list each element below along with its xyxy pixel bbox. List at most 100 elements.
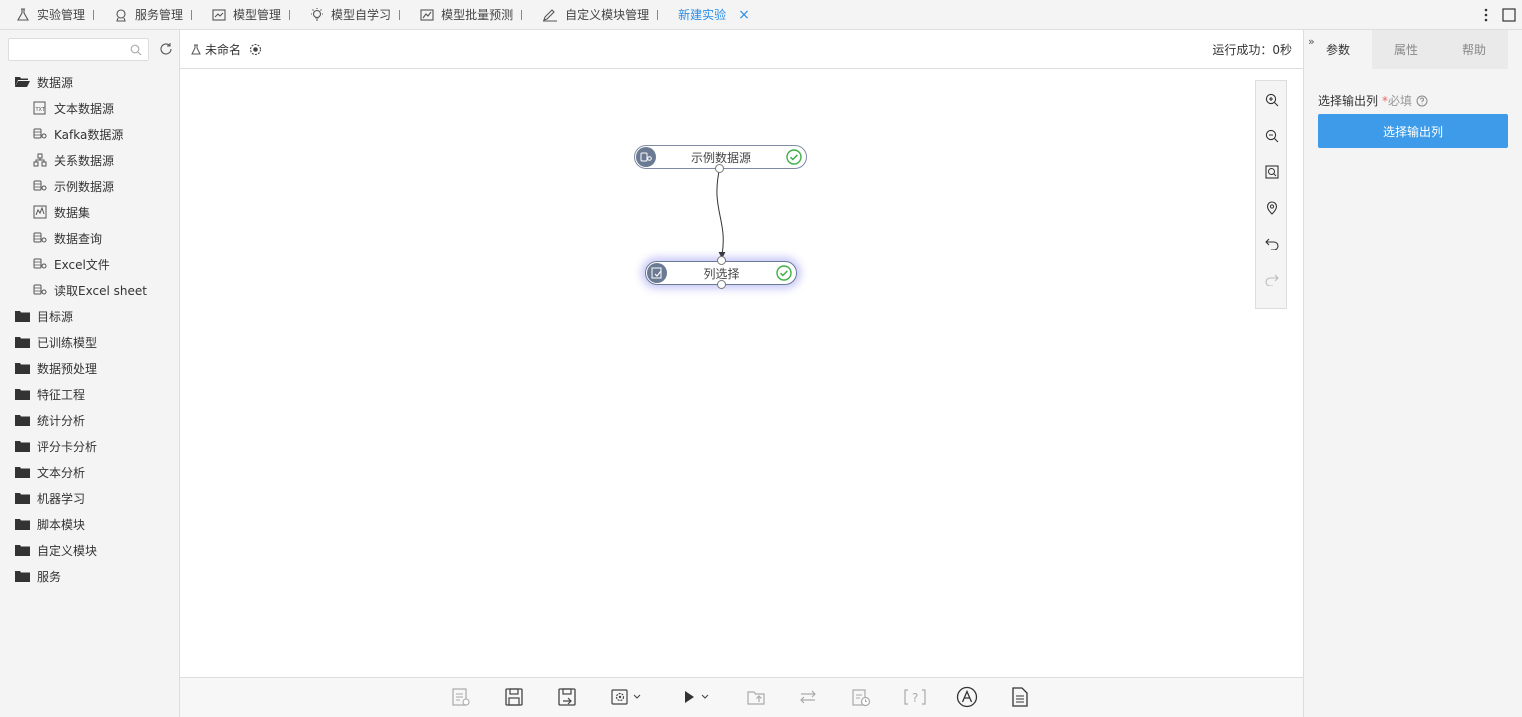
node-label: 示例数据源 — [690, 150, 751, 165]
success-check-icon — [776, 265, 792, 281]
collapse-panel-icon[interactable]: » — [1308, 35, 1315, 48]
gear-icon[interactable] — [249, 43, 262, 56]
folder-scorecard[interactable]: 评分卡分析 — [0, 433, 180, 459]
tab-model-management[interactable]: 模型管理 — [196, 0, 294, 30]
folder-datasource[interactable]: 数据源 — [0, 69, 180, 95]
tab-separator — [191, 9, 193, 20]
experiment-canvas[interactable]: 示例数据源 列选择 — [180, 69, 1303, 677]
tab-attributes[interactable]: 属性 — [1372, 30, 1440, 69]
tree-item-data-query[interactable]: 数据查询 — [0, 225, 180, 251]
tree-item-label: Excel文件 — [54, 257, 110, 272]
close-icon[interactable]: × — [738, 7, 750, 23]
properties-tabs: 参数 属性 帮助 » — [1304, 30, 1522, 69]
help-bracket-icon[interactable]: ? — [903, 686, 927, 708]
input-port[interactable] — [717, 256, 726, 265]
database-link-icon — [33, 128, 47, 139]
folder-services[interactable]: 服务 — [0, 563, 180, 589]
folder-preprocessing[interactable]: 数据预处理 — [0, 355, 180, 381]
flask-icon — [191, 44, 201, 54]
folder-custom-modules[interactable]: 自定义模块 — [0, 537, 180, 563]
folder-label: 评分卡分析 — [37, 439, 98, 454]
folder-trained-models[interactable]: 已训练模型 — [0, 329, 180, 355]
tree-item-relational-datasource[interactable]: 关系数据源 — [0, 147, 180, 173]
tab-label: 模型管理 — [233, 8, 282, 22]
zoom-out-icon[interactable] — [1263, 127, 1281, 145]
folder-statistics[interactable]: 统计分析 — [0, 407, 180, 433]
tab-separator — [93, 9, 95, 20]
tree-item-read-excel-sheet[interactable]: 读取Excel sheet — [0, 277, 180, 303]
success-check-icon — [786, 149, 802, 165]
tab-experiment-management[interactable]: 实验管理 — [0, 0, 98, 30]
fit-view-icon[interactable] — [1263, 163, 1281, 181]
refresh-icon[interactable] — [159, 42, 173, 56]
export-icon[interactable] — [746, 686, 766, 708]
text-file-icon: TXT — [33, 101, 46, 115]
schedule-icon[interactable] — [851, 686, 871, 708]
tab-service-management[interactable]: 服务管理 — [98, 0, 196, 30]
folder-label: 文本分析 — [37, 465, 86, 480]
run-status: 运行成功：0秒 — [1212, 43, 1292, 57]
tab-new-experiment[interactable]: 新建实验 × — [662, 0, 754, 30]
search-input[interactable] — [9, 38, 127, 60]
folder-icon — [15, 467, 30, 478]
folder-label: 脚本模块 — [37, 517, 86, 532]
swap-icon[interactable] — [798, 686, 818, 708]
database-icon — [636, 147, 656, 167]
tab-label: 新建实验 — [678, 8, 727, 22]
module-tree: 数据源 TXT 文本数据源 Kafka数据源 关系数据源 示例数据源 数据集 数… — [0, 69, 180, 589]
folder-script-modules[interactable]: 脚本模块 — [0, 511, 180, 537]
redo-icon[interactable] — [1263, 271, 1281, 289]
dataset-icon — [33, 205, 47, 219]
tab-label: 帮助 — [1461, 43, 1486, 57]
locate-icon[interactable] — [1263, 199, 1281, 217]
folder-target-source[interactable]: 目标源 — [0, 303, 180, 329]
folder-label: 特征工程 — [37, 387, 86, 402]
folder-label: 数据预处理 — [37, 361, 98, 376]
tab-model-batch-predict[interactable]: 模型批量预测 — [404, 0, 526, 30]
tree-item-sample-datasource[interactable]: 示例数据源 — [0, 173, 180, 199]
tree-item-label: 数据集 — [54, 205, 91, 220]
database-link-icon — [33, 258, 47, 269]
tab-model-self-learning[interactable]: 模型自学习 — [294, 0, 404, 30]
chart-icon — [212, 8, 226, 21]
folder-icon — [15, 415, 30, 426]
folder-label: 机器学习 — [37, 491, 86, 506]
tree-item-dataset[interactable]: 数据集 — [0, 199, 180, 225]
folder-label: 自定义模块 — [37, 543, 98, 558]
select-output-columns-button[interactable]: 选择输出列 — [1318, 114, 1508, 148]
auto-layout-icon[interactable] — [956, 686, 978, 708]
folder-icon — [15, 545, 30, 556]
log-document-icon[interactable] — [1011, 686, 1029, 708]
folder-open-icon — [15, 77, 30, 87]
folder-machine-learning[interactable]: 机器学习 — [0, 485, 180, 511]
more-vertical-icon[interactable] — [1484, 8, 1488, 22]
folder-text-analysis[interactable]: 文本分析 — [0, 459, 180, 485]
folder-icon — [15, 571, 30, 582]
search-icon[interactable] — [130, 44, 142, 56]
param-label-text: 选择输出列 — [1318, 94, 1379, 108]
output-port[interactable] — [717, 280, 726, 289]
tab-custom-module-management[interactable]: 自定义模块管理 — [526, 0, 662, 30]
zoom-in-icon[interactable] — [1263, 91, 1281, 109]
tab-separator — [289, 9, 291, 20]
tree-item-excel-file[interactable]: Excel文件 — [0, 251, 180, 277]
node-column-select[interactable]: 列选择 — [645, 256, 797, 289]
properties-doc-icon[interactable] — [451, 686, 471, 708]
save-icon[interactable] — [504, 686, 524, 708]
trend-icon — [420, 8, 434, 21]
folder-feature-engineering[interactable]: 特征工程 — [0, 381, 180, 407]
help-circle-icon[interactable] — [1416, 95, 1428, 107]
experiment-name[interactable]: 未命名 — [205, 41, 241, 58]
module-panel: 数据源 TXT 文本数据源 Kafka数据源 关系数据源 示例数据源 数据集 数… — [0, 30, 180, 717]
node-sample-datasource[interactable]: 示例数据源 — [634, 145, 807, 173]
tree-item-kafka-datasource[interactable]: Kafka数据源 — [0, 121, 180, 147]
run-icon[interactable] — [683, 686, 709, 708]
settings-dropdown-icon[interactable] — [610, 686, 641, 708]
maximize-icon[interactable] — [1502, 8, 1516, 22]
output-port[interactable] — [715, 164, 724, 173]
tab-help[interactable]: 帮助 — [1440, 30, 1508, 69]
column-select-icon — [647, 263, 667, 283]
save-as-icon[interactable] — [557, 686, 577, 708]
tree-item-text-datasource[interactable]: TXT 文本数据源 — [0, 95, 180, 121]
undo-icon[interactable] — [1263, 235, 1281, 253]
